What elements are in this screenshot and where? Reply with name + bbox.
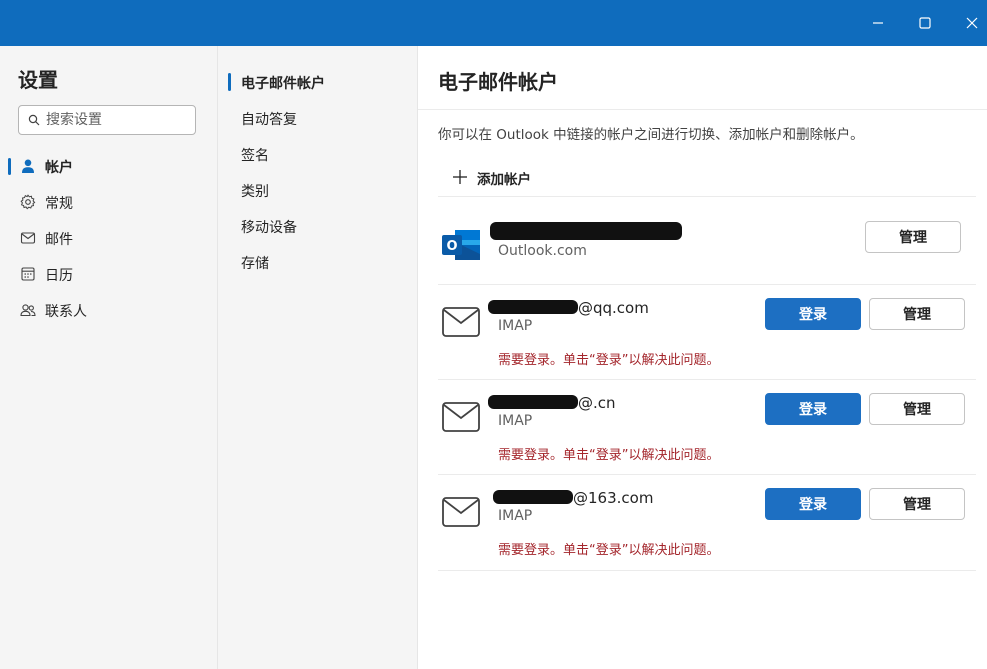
gear-icon	[20, 194, 36, 210]
subnav-item-label: 存储	[241, 256, 269, 272]
sidebar-item-general[interactable]: 常规	[8, 186, 208, 218]
subnav-item-label: 移动设备	[241, 220, 297, 236]
person-icon	[22, 159, 34, 173]
account-row: @qq.com IMAP 需要登录。单击“登录”以解决此问题。 登录 管理	[438, 284, 976, 379]
manage-button[interactable]: 管理	[869, 298, 965, 330]
sidebar-item-label: 联系人	[45, 304, 87, 320]
account-type: Outlook.com	[498, 243, 587, 259]
subnav-item-mobile-devices[interactable]: 移动设备	[226, 211, 416, 241]
add-account-label: 添加帐户	[477, 172, 531, 188]
signin-required-message: 需要登录。单击“登录”以解决此问题。	[498, 448, 720, 463]
signin-required-message: 需要登录。单击“登录”以解决此问题。	[498, 543, 720, 558]
sidebar-item-label: 日历	[45, 268, 73, 284]
search-settings-box[interactable]	[18, 105, 196, 135]
account-email: @.cn	[578, 394, 616, 412]
manage-button[interactable]: 管理	[865, 221, 961, 253]
svg-text:O: O	[446, 239, 457, 254]
redacted-email	[488, 300, 578, 314]
redacted-email	[493, 490, 573, 504]
maximize-button[interactable]	[902, 0, 948, 46]
minimize-button[interactable]	[855, 0, 901, 46]
manage-button[interactable]: 管理	[869, 393, 965, 425]
page-description: 你可以在 Outlook 中链接的帐户之间进行切换、添加帐户和删除帐户。	[438, 127, 864, 143]
redacted-email	[488, 395, 578, 409]
plus-icon	[453, 170, 467, 184]
sidebar-item-contacts[interactable]: 联系人	[8, 294, 208, 326]
mail-icon	[20, 232, 36, 244]
active-indicator	[8, 158, 11, 175]
minimize-icon	[873, 22, 883, 24]
subnav-item-email-accounts[interactable]: 电子邮件帐户	[226, 67, 416, 97]
account-type: IMAP	[498, 318, 533, 334]
signin-button[interactable]: 登录	[765, 298, 861, 330]
signin-button[interactable]: 登录	[765, 393, 861, 425]
active-indicator	[228, 73, 231, 91]
sidebar-item-label: 邮件	[45, 232, 73, 248]
close-icon	[966, 17, 978, 29]
divider	[418, 109, 987, 110]
search-settings-input[interactable]	[46, 110, 186, 130]
sidebar-item-label: 常规	[45, 196, 73, 212]
manage-button[interactable]: 管理	[869, 488, 965, 520]
subnav-item-categories[interactable]: 类别	[226, 175, 416, 205]
sidebar-item-mail[interactable]: 邮件	[8, 222, 208, 254]
account-row: @.cn IMAP 需要登录。单击“登录”以解决此问题。 登录 管理	[438, 379, 976, 474]
redacted-email	[490, 222, 682, 240]
signin-required-message: 需要登录。单击“登录”以解决此问题。	[498, 353, 720, 368]
outlook-logo-icon: O	[442, 230, 480, 260]
page-title: 电子邮件帐户	[438, 70, 558, 94]
sidebar-item-accounts[interactable]: 帐户	[8, 150, 208, 182]
subnav-item-label: 自动答复	[241, 112, 297, 128]
people-icon	[20, 304, 36, 317]
account-email: @163.com	[573, 489, 654, 507]
title-bar	[0, 0, 987, 46]
close-button[interactable]	[949, 0, 987, 46]
mail-icon	[442, 307, 480, 337]
sidebar-item-label: 帐户	[45, 160, 73, 176]
subnav-item-storage[interactable]: 存储	[226, 247, 416, 277]
settings-title: 设置	[18, 68, 58, 92]
account-row: @163.com IMAP 需要登录。单击“登录”以解决此问题。 登录 管理	[438, 474, 976, 569]
maximize-icon	[919, 17, 931, 29]
divider	[438, 570, 976, 571]
signin-button[interactable]: 登录	[765, 488, 861, 520]
search-icon	[28, 114, 40, 126]
sidebar-item-calendar[interactable]: 日历	[8, 258, 208, 290]
account-type: IMAP	[498, 413, 533, 429]
mail-icon	[442, 497, 480, 527]
subnav-item-label: 签名	[241, 148, 269, 164]
accounts-subnav: 电子邮件帐户 自动答复 签名 类别 移动设备 存储	[218, 46, 418, 669]
account-email: @qq.com	[578, 299, 649, 317]
subnav-item-label: 类别	[241, 184, 269, 200]
subnav-item-signatures[interactable]: 签名	[226, 139, 416, 169]
calendar-icon	[21, 267, 35, 281]
email-accounts-panel: 电子邮件帐户 你可以在 Outlook 中链接的帐户之间进行切换、添加帐户和删除…	[418, 46, 987, 669]
mail-icon	[442, 402, 480, 432]
account-type: IMAP	[498, 508, 533, 524]
subnav-item-label: 电子邮件帐户	[241, 76, 325, 92]
subnav-item-auto-replies[interactable]: 自动答复	[226, 103, 416, 133]
account-row: O Outlook.com 管理	[438, 196, 976, 284]
settings-sidebar: 设置 帐户 常规 邮件	[0, 46, 218, 669]
